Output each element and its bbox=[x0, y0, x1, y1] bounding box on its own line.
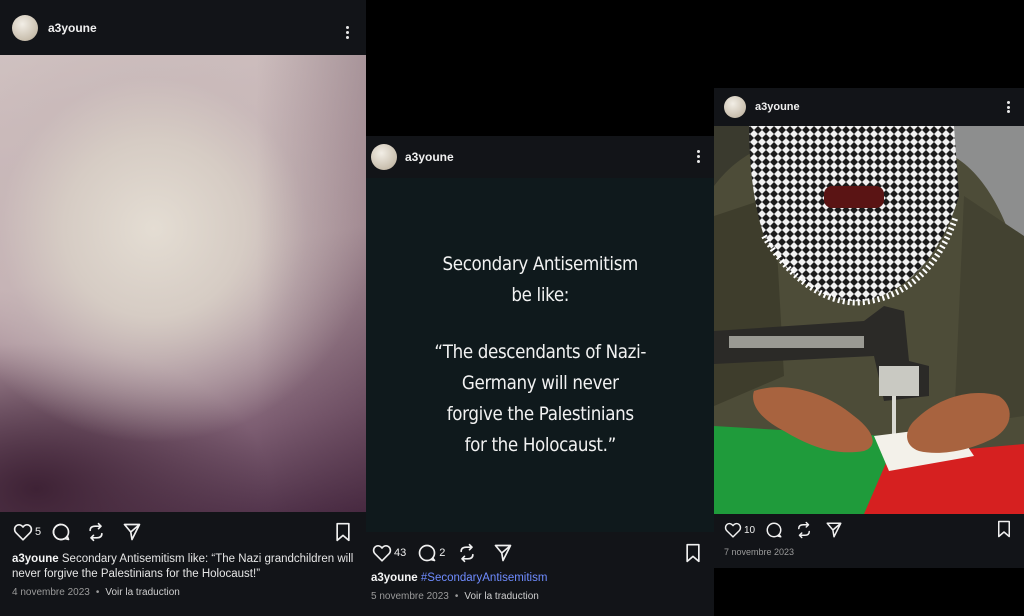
post-1: a3youne 5 a3youne Secondary Antisemitism… bbox=[0, 0, 366, 616]
heart-icon bbox=[372, 544, 392, 562]
bookmark-icon bbox=[998, 520, 1010, 538]
quote-card: Secondary Antisemitism be like: “The des… bbox=[434, 249, 646, 461]
post-meta: 4 novembre 2023 • Voir la traduction bbox=[12, 587, 180, 598]
save-button[interactable] bbox=[334, 522, 352, 547]
avatar[interactable] bbox=[12, 14, 38, 41]
share-button[interactable] bbox=[122, 522, 142, 542]
save-button[interactable] bbox=[684, 543, 702, 568]
more-options-icon[interactable] bbox=[1005, 101, 1011, 113]
send-icon bbox=[123, 523, 141, 541]
card-quote-line: for the Holocaust.” bbox=[464, 434, 616, 456]
like-count: 43 bbox=[394, 547, 407, 559]
post-header: a3youne bbox=[366, 136, 714, 178]
card-title-line: be like: bbox=[511, 284, 569, 306]
bookmark-icon bbox=[686, 543, 700, 563]
username[interactable]: a3youne bbox=[48, 21, 97, 35]
comment-button[interactable]: 2 bbox=[417, 543, 445, 563]
post-3: a3youne 10 7 novembre 2023 bbox=[714, 88, 1024, 568]
post-header: a3youne bbox=[714, 88, 1024, 126]
post-date: 4 novembre 2023 bbox=[12, 587, 90, 598]
caption-hashtag[interactable]: #SecondaryAntisemitism bbox=[421, 572, 548, 584]
repost-icon bbox=[798, 521, 811, 539]
username[interactable]: a3youne bbox=[755, 101, 800, 113]
more-options-icon[interactable] bbox=[344, 26, 350, 39]
caption-text: Secondary Antisemitism like: “The Nazi g… bbox=[12, 553, 354, 580]
caption-username[interactable]: a3youne bbox=[12, 553, 59, 565]
like-button[interactable]: 10 bbox=[724, 522, 755, 538]
username[interactable]: a3youne bbox=[405, 150, 454, 164]
post-meta: 5 novembre 2023 • Voir la traduction bbox=[371, 591, 539, 602]
send-icon bbox=[495, 544, 512, 562]
repost-icon bbox=[89, 522, 103, 542]
action-bar: 43 2 bbox=[366, 541, 714, 565]
comment-icon bbox=[418, 544, 436, 562]
translate-link[interactable]: Voir la traduction bbox=[464, 591, 539, 602]
comment-count: 2 bbox=[439, 547, 446, 559]
comment-button[interactable] bbox=[51, 522, 71, 542]
more-options-icon[interactable] bbox=[695, 150, 701, 163]
post-2: a3youne Secondary Antisemitism be like: … bbox=[366, 136, 714, 616]
post-header: a3youne bbox=[0, 0, 366, 55]
caption-username[interactable]: a3youne bbox=[371, 572, 418, 584]
card-title-line: Secondary Antisemitism bbox=[442, 253, 638, 275]
action-bar: 5 bbox=[0, 520, 366, 544]
heart-icon bbox=[13, 523, 33, 541]
caption: a3youne #SecondaryAntisemitism bbox=[371, 571, 701, 586]
avatar[interactable] bbox=[371, 144, 397, 170]
caption: a3youne Secondary Antisemitism like: “Th… bbox=[12, 552, 360, 582]
card-quote-line: “The descendants of Nazi- bbox=[434, 341, 646, 363]
like-button[interactable]: 5 bbox=[13, 523, 41, 541]
action-bar: 10 bbox=[714, 518, 1024, 542]
post-image[interactable] bbox=[0, 55, 366, 512]
post-image[interactable]: Secondary Antisemitism be like: “The des… bbox=[366, 178, 714, 532]
separator-dot: • bbox=[95, 587, 100, 598]
comment-icon bbox=[52, 523, 70, 541]
repost-button[interactable] bbox=[457, 543, 477, 563]
share-button[interactable] bbox=[825, 521, 843, 539]
bookmark-icon bbox=[336, 522, 350, 542]
repost-icon bbox=[460, 543, 475, 563]
comment-button[interactable] bbox=[765, 521, 783, 539]
repost-button[interactable] bbox=[86, 522, 106, 542]
translate-link[interactable]: Voir la traduction bbox=[105, 587, 180, 598]
card-quote-line: forgive the Palestinians bbox=[446, 403, 634, 425]
like-count: 5 bbox=[35, 526, 42, 538]
heart-icon bbox=[724, 522, 742, 538]
comment-icon bbox=[766, 522, 782, 538]
post-image[interactable] bbox=[714, 126, 1024, 514]
post-meta: 7 novembre 2023 bbox=[724, 547, 794, 557]
card-quote-line: Germany will never bbox=[461, 372, 619, 394]
separator-dot: • bbox=[454, 591, 459, 602]
avatar[interactable] bbox=[724, 96, 746, 118]
save-button[interactable] bbox=[996, 520, 1012, 543]
post-date: 7 novembre 2023 bbox=[724, 547, 795, 557]
repost-button[interactable] bbox=[795, 521, 813, 539]
like-count: 10 bbox=[744, 524, 756, 536]
sewing-scene-illustration bbox=[714, 126, 1024, 514]
post-date: 5 novembre 2023 bbox=[371, 591, 449, 602]
like-button[interactable]: 43 bbox=[372, 544, 406, 562]
send-icon bbox=[826, 522, 842, 538]
share-button[interactable] bbox=[493, 543, 513, 563]
